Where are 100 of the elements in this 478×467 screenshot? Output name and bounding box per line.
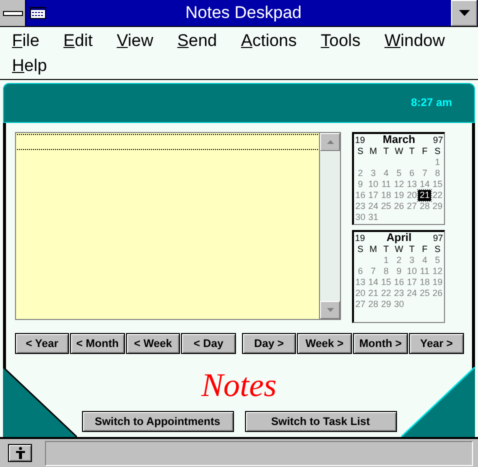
- calendar-day[interactable]: 26: [392, 201, 406, 212]
- calendar-day[interactable]: 21: [418, 190, 432, 201]
- century-label: 19: [355, 232, 366, 244]
- month-calendar[interactable]: 19 March 97 S M T W T F S 1 2 3 4 5 6 7 8 9 10 11 12 13 14 15 16 17 18 19 20 21 22 23 24 25 26 27 28 29 30 31: [352, 132, 445, 225]
- calendar-day[interactable]: 24: [405, 288, 418, 299]
- calendar-day[interactable]: 24: [366, 201, 380, 212]
- calendar-day[interactable]: 25: [418, 288, 432, 299]
- calendar-day[interactable]: 10: [405, 266, 418, 277]
- menu-item[interactable]: Send: [169, 29, 225, 54]
- calendar-day[interactable]: 10: [366, 179, 380, 190]
- calendar-day[interactable]: 19: [431, 277, 444, 288]
- weekday-label: W: [394, 244, 404, 255]
- calendar-day[interactable]: 4: [380, 168, 393, 179]
- calendar-day[interactable]: 29: [431, 201, 444, 212]
- calendar-day[interactable]: 21: [366, 288, 380, 299]
- info-button[interactable]: [8, 444, 32, 462]
- calendar-day[interactable]: 15: [431, 179, 444, 190]
- calendar-day[interactable]: 28: [366, 299, 380, 310]
- month-calendar[interactable]: 19 April 97 S M T W T F S 1 2 3 4 5 6 7 8 9 10 11 12 13 14 15 16 17 18 19 20 21 22 23 24 25 26 27 28 29 30: [352, 230, 445, 323]
- menu-item[interactable]: Edit: [55, 29, 101, 54]
- navigation-button[interactable]: Day >: [242, 333, 296, 354]
- down-arrow-icon: [458, 10, 470, 16]
- calendar-day[interactable]: 2: [392, 255, 406, 266]
- calendar-day[interactable]: 17: [405, 277, 418, 288]
- navigation-button[interactable]: < Day: [181, 333, 236, 354]
- menu-item[interactable]: Window: [376, 29, 453, 54]
- calendar-day[interactable]: 15: [380, 277, 393, 288]
- calendar-day[interactable]: 7: [418, 168, 432, 179]
- calendar-day[interactable]: 28: [418, 201, 432, 212]
- calendar-day[interactable]: 13: [405, 179, 418, 190]
- calendar-day[interactable]: 30: [392, 299, 406, 310]
- clock-time: 8:27 am: [411, 97, 452, 109]
- scroll-up-button[interactable]: [320, 133, 340, 151]
- weekday-label: S: [434, 146, 442, 157]
- calendar-day[interactable]: 30: [354, 212, 367, 223]
- weekday-label: F: [420, 244, 428, 255]
- calendar-day[interactable]: 2: [354, 168, 367, 179]
- menu-item[interactable]: File: [4, 29, 48, 54]
- calendar-day[interactable]: 23: [354, 201, 367, 212]
- calendar-day[interactable]: 17: [366, 190, 380, 201]
- calendar-day[interactable]: 27: [354, 299, 367, 310]
- scrollbar[interactable]: [319, 133, 340, 319]
- calendar-day[interactable]: 5: [431, 255, 444, 266]
- menu-item[interactable]: Tools: [312, 29, 368, 54]
- navigation-button[interactable]: Week >: [297, 333, 352, 354]
- calendar-day[interactable]: 6: [354, 266, 367, 277]
- calendar-day[interactable]: 8: [431, 168, 444, 179]
- calendar-day[interactable]: 11: [380, 179, 393, 190]
- calendar-day[interactable]: 9: [354, 179, 367, 190]
- navigation-button[interactable]: < Month: [70, 333, 125, 354]
- calendar-day[interactable]: 16: [392, 277, 406, 288]
- calendar-day[interactable]: 7: [366, 266, 380, 277]
- calendar-day[interactable]: 25: [380, 201, 393, 212]
- menu-item[interactable]: View: [108, 29, 162, 54]
- calendar-day[interactable]: 14: [418, 179, 432, 190]
- calendar-day[interactable]: 22: [380, 288, 393, 299]
- calendar-day[interactable]: 13: [354, 277, 367, 288]
- calendar-day[interactable]: 1: [380, 255, 393, 266]
- calendar-day[interactable]: 12: [392, 179, 406, 190]
- calendar-day[interactable]: 1: [431, 157, 444, 168]
- calendar-day[interactable]: 11: [418, 266, 432, 277]
- calendar-day[interactable]: 5: [392, 168, 406, 179]
- calendar-day[interactable]: 18: [418, 277, 432, 288]
- section-title: Notes: [201, 367, 277, 405]
- calendar-day[interactable]: 26: [431, 288, 444, 299]
- calendar-day[interactable]: 6: [405, 168, 418, 179]
- year-label: 97: [432, 134, 443, 146]
- calendar-day[interactable]: 20: [405, 190, 418, 201]
- minimize-button[interactable]: [451, 0, 477, 26]
- navigation-button[interactable]: Month >: [353, 333, 408, 354]
- calendar-day[interactable]: 3: [366, 168, 380, 179]
- calendar-day[interactable]: 9: [392, 266, 406, 277]
- calendar-day[interactable]: 27: [405, 201, 418, 212]
- menu-item[interactable]: Actions: [233, 29, 305, 54]
- weekday-label: S: [434, 244, 442, 255]
- notes-text-area[interactable]: [15, 132, 341, 320]
- calendar-day[interactable]: 22: [431, 190, 444, 201]
- navigation-button[interactable]: < Year: [15, 333, 69, 354]
- calendar-day[interactable]: 4: [418, 255, 432, 266]
- navigation-button[interactable]: < Week: [126, 333, 180, 354]
- calendar-day[interactable]: 14: [366, 277, 380, 288]
- calendar-day[interactable]: 23: [392, 288, 406, 299]
- calendar-day[interactable]: 20: [354, 288, 367, 299]
- weekday-label: S: [356, 244, 364, 255]
- scroll-down-button[interactable]: [320, 301, 340, 319]
- calendar-day[interactable]: 12: [431, 266, 444, 277]
- up-arrow-icon: [326, 140, 334, 144]
- calendar-day[interactable]: 31: [366, 212, 380, 223]
- calendar-day[interactable]: 18: [380, 190, 393, 201]
- switch-button[interactable]: Switch to Appointments: [82, 411, 234, 432]
- calendar-day[interactable]: 19: [392, 190, 406, 201]
- calendar-day[interactable]: 3: [405, 255, 418, 266]
- switch-button[interactable]: Switch to Task List: [244, 411, 396, 432]
- calendar-day[interactable]: 8: [380, 266, 393, 277]
- system-menu-button[interactable]: [0, 0, 26, 26]
- month-label: March: [382, 134, 416, 146]
- calendar-day[interactable]: 29: [380, 299, 393, 310]
- calendar-day[interactable]: 16: [354, 190, 367, 201]
- navigation-button[interactable]: Year >: [409, 333, 464, 354]
- menu-item[interactable]: Help: [4, 54, 55, 79]
